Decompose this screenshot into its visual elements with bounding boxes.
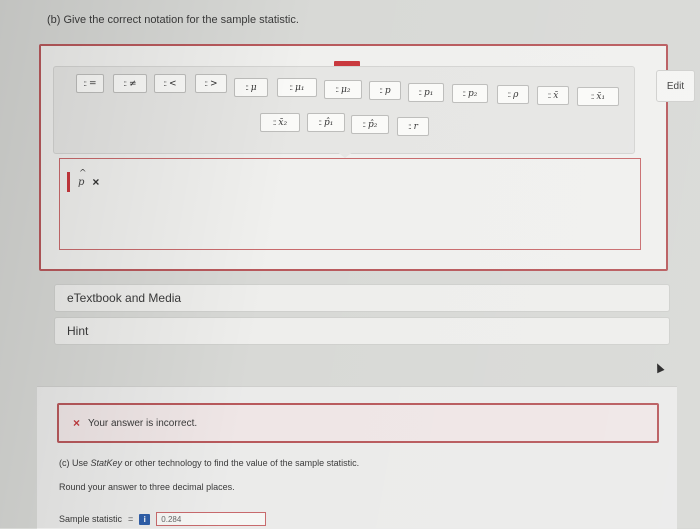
drag-handle-icon: ::: [83, 79, 88, 88]
token-x-bar2[interactable]: :: x̄₂: [260, 113, 300, 132]
remove-icon[interactable]: ×: [92, 175, 99, 189]
drag-handle-icon: ::: [289, 83, 294, 92]
answer-token: p: [78, 169, 87, 188]
drag-handle-icon: ::: [245, 83, 249, 92]
question-c-prompt: (c) Use StatKey or other technology to f…: [59, 458, 360, 468]
token-r[interactable]: :: r: [397, 117, 429, 136]
answer-entry[interactable]: p ×: [67, 169, 99, 192]
drag-handle-icon: ::: [507, 90, 512, 99]
token-mu2[interactable]: :: μ₂: [324, 80, 362, 99]
drag-handle-icon: ::: [462, 89, 467, 98]
drag-handle-icon: ::: [408, 122, 412, 131]
drag-handle-icon: ::: [590, 92, 595, 101]
drag-handle-icon: ::: [204, 79, 209, 88]
token-mu1[interactable]: :: μ₁: [277, 78, 317, 97]
drag-handle-icon: ::: [362, 120, 367, 129]
drag-handle-icon: ::: [379, 86, 383, 95]
rounding-instruction: Round your answer to three decimal place…: [59, 482, 235, 492]
token-less-than[interactable]: :: <: [154, 74, 186, 93]
equals-sign: =: [128, 514, 134, 524]
token-p[interactable]: :: p: [369, 81, 401, 100]
token-p2[interactable]: :: p₂: [452, 84, 488, 103]
token-p-hat2[interactable]: :: p̂₂: [351, 115, 389, 134]
hint-link[interactable]: Hint: [54, 317, 670, 345]
token-x-bar1[interactable]: :: x̄₁: [577, 87, 619, 106]
drop-zone[interactable]: [59, 158, 641, 250]
sample-statistic-row: Sample statistic = i 0.284: [59, 512, 267, 526]
answer-marker: [67, 172, 70, 192]
etextbook-media-link[interactable]: eTextbook and Media: [54, 284, 670, 312]
drag-handle-icon: ::: [272, 118, 277, 127]
feedback-incorrect: × Your answer is incorrect.: [57, 403, 659, 443]
token-rho[interactable]: :: ρ: [497, 85, 529, 104]
token-greater-than[interactable]: :: >: [195, 74, 227, 93]
drag-handle-icon: ::: [123, 79, 128, 88]
drag-handle-icon: ::: [335, 85, 340, 94]
info-icon[interactable]: i: [139, 513, 151, 525]
sample-statistic-label: Sample statistic: [59, 514, 123, 524]
feedback-text: Your answer is incorrect.: [88, 417, 198, 429]
token-mu[interactable]: :: μ: [234, 78, 268, 97]
drag-handle-icon: ::: [318, 118, 323, 127]
drag-handle-icon: ::: [163, 79, 168, 88]
token-p-hat1[interactable]: :: p̂₁: [307, 113, 345, 132]
mouse-pointer-icon: [653, 361, 665, 374]
statkey-label: StatKey: [90, 458, 123, 468]
drag-handle-icon: ::: [418, 88, 423, 97]
token-equals[interactable]: :: =: [76, 74, 104, 93]
palette-pointer: [336, 151, 354, 158]
incorrect-x-icon: ×: [73, 416, 81, 430]
token-not-equals[interactable]: :: ≠: [113, 74, 147, 93]
token-x-bar[interactable]: :: x̄: [537, 86, 569, 105]
question-b-text: (b) Give the correct notation for the sa…: [47, 14, 299, 26]
token-p1[interactable]: :: p₁: [408, 83, 444, 102]
drag-handle-icon: ::: [547, 91, 552, 100]
edit-button[interactable]: Edit: [656, 70, 695, 102]
sample-statistic-input[interactable]: 0.284: [156, 512, 267, 526]
